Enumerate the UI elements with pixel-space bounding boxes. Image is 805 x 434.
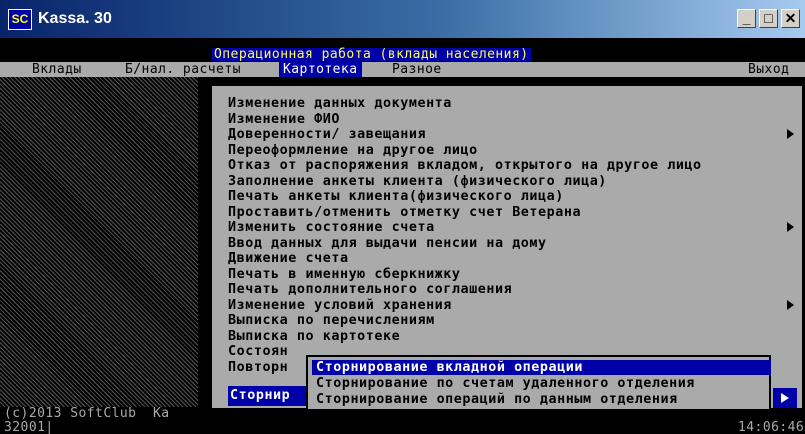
submenu-arrow-icon	[781, 393, 789, 403]
submenu-arrow-icon	[787, 129, 794, 139]
submenu-indicator	[773, 388, 797, 408]
menu-item[interactable]: Повторн	[228, 360, 288, 375]
menu-bar: Вклады Б/нал. расчеты Картотека Разное В…	[0, 62, 805, 77]
menu-item[interactable]: Изменение ФИО	[228, 112, 340, 127]
stornirovanie-submenu: Сторнирование вкладной операции Сторниро…	[306, 355, 771, 411]
menu-item[interactable]: Изменение условий хранения	[228, 298, 452, 313]
menu-item[interactable]: Изменить состояние счета	[228, 220, 435, 235]
menu-item[interactable]: Заполнение анкеты клиента (физического л…	[228, 174, 607, 189]
menu-item[interactable]: Выписка по картотеке	[228, 329, 400, 344]
menu-item[interactable]: Печать в именную сберкнижку	[228, 267, 461, 282]
menu-item[interactable]: Ввод данных для выдачи пенсии на дому	[228, 236, 547, 251]
menu-item-stornir[interactable]: Сторнир	[228, 386, 306, 406]
menu-item[interactable]: Переоформление на другое лицо	[228, 143, 478, 158]
menu-item[interactable]: Отказ от распоряжения вкладом, открытого…	[228, 158, 702, 173]
menu-item[interactable]: Печать дополнительного соглашения	[228, 282, 512, 297]
submenu-item-vkladnoy[interactable]: Сторнирование вкладной операции	[312, 360, 771, 375]
clock: 14:06:46	[738, 420, 805, 434]
menu-item[interactable]: Изменение данных документа	[228, 96, 452, 111]
screen-header: Операционная работа (вклады населения)	[212, 47, 531, 62]
submenu-arrow-icon	[787, 222, 794, 232]
submenu-item-udalennogo[interactable]: Сторнирование по счетам удаленного отдел…	[316, 376, 765, 391]
menu-beznal[interactable]: Б/нал. расчеты	[125, 62, 241, 77]
close-button[interactable]: ✕	[781, 9, 800, 28]
copyright-text: (c)2013 SoftClub Ka	[4, 406, 170, 421]
menu-item[interactable]: Проставить/отменить отметку счет Ветеран…	[228, 205, 581, 220]
window-title: Kassa. 30	[38, 10, 112, 27]
background-hatch	[0, 77, 198, 407]
menu-item[interactable]: Печать анкеты клиента(физического лица)	[228, 189, 564, 204]
title-bar[interactable]: SC Kassa. 30 _ □ ✕	[0, 0, 805, 38]
status-code: 32001|	[4, 420, 54, 434]
menu-item[interactable]: Состоян	[228, 344, 288, 359]
menu-exit[interactable]: Выход	[748, 62, 789, 77]
app-window: SC Kassa. 30 _ □ ✕ Операционная работа (…	[0, 0, 805, 434]
menu-kartoteka[interactable]: Картотека	[279, 62, 362, 77]
submenu-item-dannym[interactable]: Сторнирование операций по данным отделен…	[316, 392, 765, 407]
menu-vklady[interactable]: Вклады	[32, 62, 82, 77]
menu-item[interactable]: Доверенности/ завещания	[228, 127, 426, 142]
app-icon[interactable]: SC	[8, 9, 32, 30]
menu-raznoe[interactable]: Разное	[392, 62, 442, 77]
submenu-arrow-icon	[787, 299, 794, 310]
maximize-button[interactable]: □	[759, 9, 778, 28]
menu-item[interactable]: Движение счета	[228, 251, 349, 266]
minimize-button[interactable]: _	[737, 9, 756, 28]
menu-item[interactable]: Выписка по перечислениям	[228, 313, 435, 328]
